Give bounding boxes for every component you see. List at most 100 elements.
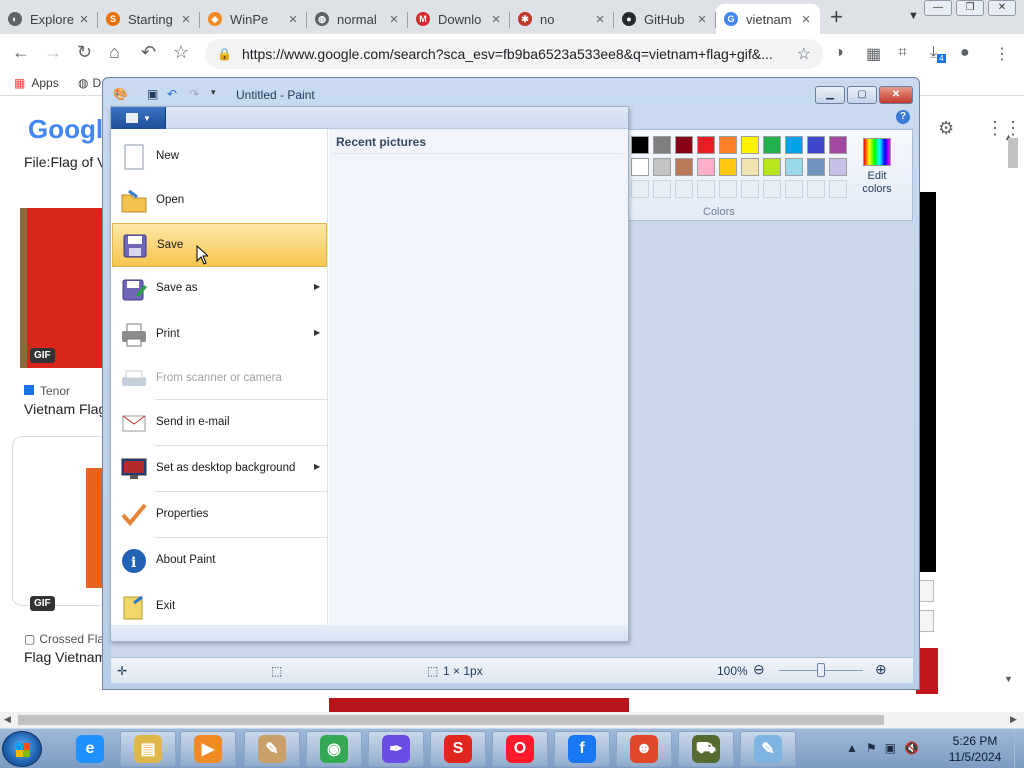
color-swatch[interactable] — [763, 136, 781, 154]
taskbar-clock[interactable]: 5:26 PM 11/5/2024 — [940, 733, 1010, 765]
file-menu-item[interactable]: Send in e-mail — [112, 401, 327, 445]
tab-close-icon[interactable]: × — [285, 11, 301, 28]
edit-colors-button[interactable]: Edit colors — [855, 138, 899, 196]
menu-kebab-icon[interactable]: ⋮ — [994, 44, 1010, 64]
browser-tab[interactable]: S Starting × — [98, 4, 200, 34]
paint-title-bar[interactable]: 🎨 ▣ ↶ ↷ ▾ Untitled - Paint ▁ ▢ ✕ — [103, 78, 919, 108]
crop-extension-icon[interactable]: ⌗ — [898, 44, 907, 62]
file-title[interactable]: File:Flag of V — [24, 154, 106, 170]
tab-search-icon[interactable]: ▼ — [908, 10, 919, 22]
horizontal-scroll-thumb[interactable] — [18, 715, 884, 725]
reload-icon[interactable]: ↻ — [77, 42, 92, 63]
back-arrow-icon[interactable]: ← — [12, 42, 30, 63]
preview-button[interactable] — [918, 580, 934, 602]
taskbar-paint-palette-button[interactable]: ✎ — [244, 731, 300, 767]
browser-tab[interactable]: ◍ normal × — [307, 4, 408, 34]
color-swatch[interactable] — [741, 180, 759, 198]
color-swatch[interactable] — [719, 180, 737, 198]
scroll-right-arrow-icon[interactable]: ▶ — [1010, 714, 1017, 725]
tray-volume-muted-icon[interactable]: 🔇 — [904, 741, 919, 755]
taskbar-s-app-button[interactable]: S — [430, 731, 486, 767]
browser-tab[interactable]: Gvietnam × — [716, 4, 820, 34]
color-swatch[interactable] — [631, 158, 649, 176]
home-icon[interactable]: ⌂ — [109, 42, 120, 63]
color-swatch[interactable] — [807, 158, 825, 176]
color-swatch[interactable] — [807, 136, 825, 154]
tray-network-icon[interactable]: ▣ — [885, 741, 896, 755]
restore-button[interactable]: ❐ — [956, 0, 984, 16]
color-swatch[interactable] — [631, 180, 649, 198]
tab-close-icon[interactable]: × — [798, 11, 814, 28]
second-bookmark[interactable]: ◍ D — [78, 76, 101, 90]
browser-tab[interactable]: M Downlo × — [408, 4, 510, 34]
color-swatch[interactable] — [741, 158, 759, 176]
extension-icon[interactable]: ◑ — [834, 44, 844, 62]
tab-close-icon[interactable]: × — [592, 11, 608, 28]
color-swatch[interactable] — [631, 136, 649, 154]
star-icon[interactable]: ☆ — [797, 44, 811, 64]
address-bar[interactable]: 🔒 https://www.google.com/search?sca_esv=… — [205, 39, 823, 69]
color-swatch[interactable] — [763, 180, 781, 198]
close-button[interactable]: ✕ — [988, 0, 1016, 16]
file-menu-item[interactable]: New — [112, 135, 327, 179]
color-swatch[interactable] — [697, 158, 715, 176]
preview-image-dark[interactable] — [918, 192, 936, 572]
zoom-slider-thumb[interactable] — [817, 663, 825, 677]
tab-close-icon[interactable]: × — [386, 11, 402, 28]
quick-redo-icon[interactable]: ↷ — [189, 87, 199, 101]
file-menu-item[interactable]: Exit — [112, 585, 327, 629]
zoom-out-icon[interactable]: ⊖ — [753, 661, 765, 678]
color-swatch[interactable] — [697, 136, 715, 154]
forward-arrow-icon[interactable]: → — [44, 42, 62, 63]
tray-flag-icon[interactable]: ⚑ — [866, 741, 877, 755]
tray-expand-icon[interactable]: ▲ — [846, 741, 858, 755]
google-logo[interactable]: Googl — [28, 114, 103, 145]
browser-tab[interactable]: ● GitHub × — [614, 4, 716, 34]
browser-tab[interactable]: ◆ WinPe × — [200, 4, 307, 34]
taskbar-media-player-button[interactable]: ▶ — [180, 731, 236, 767]
color-swatch[interactable] — [675, 180, 693, 198]
quick-undo-icon[interactable]: ↶ — [167, 87, 177, 101]
page-vertical-scrollbar[interactable]: ▲ ▼ — [1004, 132, 1020, 688]
browser-tab[interactable]: ✱ no × — [510, 4, 614, 34]
color-swatch[interactable] — [829, 180, 847, 198]
color-swatch[interactable] — [807, 180, 825, 198]
show-desktop-button[interactable] — [1014, 729, 1024, 768]
file-menu-item[interactable]: Save as ▶ — [112, 267, 327, 311]
file-menu-item[interactable]: Open — [112, 179, 327, 223]
file-menu-item[interactable]: i About Paint — [112, 539, 327, 583]
color-swatch[interactable] — [719, 136, 737, 154]
taskbar-pen-tool-button[interactable]: ✒ — [368, 731, 424, 767]
taskbar-opera-button[interactable]: O — [492, 731, 548, 767]
browser-tab[interactable]: ◐ Explore × — [0, 4, 98, 34]
paint-app-icon[interactable]: 🎨 — [113, 87, 128, 101]
taskbar-internet-explorer-button[interactable]: e — [62, 731, 118, 767]
taskbar-cartoon-button[interactable]: ☻ — [616, 731, 672, 767]
scroll-left-arrow-icon[interactable]: ◀ — [4, 714, 11, 725]
bookmark-star-icon[interactable]: ☆ — [173, 42, 189, 63]
vietnam-flag-image[interactable] — [20, 208, 104, 368]
color-swatch[interactable] — [785, 180, 803, 198]
color-swatch[interactable] — [785, 136, 803, 154]
color-swatch[interactable] — [763, 158, 781, 176]
paint-maximize-button[interactable]: ▢ — [847, 86, 877, 104]
color-swatch[interactable] — [675, 136, 693, 154]
taskbar-chrome-button[interactable]: ◉ — [306, 731, 362, 767]
tab-close-icon[interactable]: × — [694, 11, 710, 28]
file-menu-tab-button[interactable]: ▼ — [111, 107, 166, 129]
color-swatch[interactable] — [697, 180, 715, 198]
result-title[interactable]: Vietnam Flag — [24, 401, 106, 417]
color-swatch[interactable] — [829, 158, 847, 176]
tab-close-icon[interactable]: × — [76, 11, 92, 28]
scroll-down-arrow-icon[interactable]: ▼ — [1004, 674, 1013, 684]
paint-close-button[interactable]: ✕ — [879, 86, 913, 104]
apps-bookmark[interactable]: ▦ Apps — [14, 76, 59, 90]
customize-qat-icon[interactable]: ▾ — [211, 87, 216, 98]
settings-gear-icon[interactable]: ⚙ — [938, 118, 954, 139]
scroll-thumb[interactable] — [1008, 138, 1018, 168]
new-tab-button[interactable]: + — [830, 6, 843, 28]
color-swatch[interactable] — [653, 158, 671, 176]
file-menu-item[interactable]: Properties — [112, 493, 327, 537]
quick-save-icon[interactable]: ▣ — [147, 87, 158, 101]
taskbar-car-button[interactable]: ⛟ — [678, 731, 734, 767]
